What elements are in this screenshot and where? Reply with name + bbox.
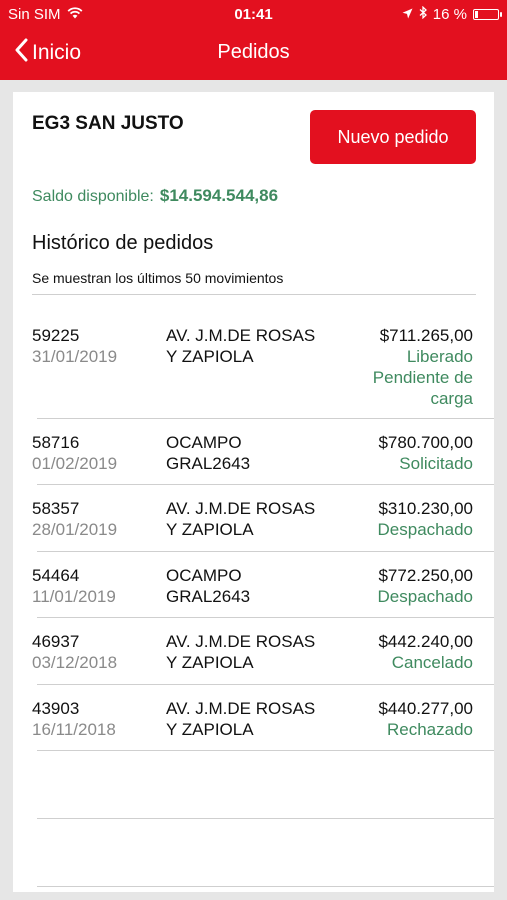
order-address: AV. J.M.DE ROSAS Y ZAPIOLA xyxy=(166,326,316,366)
order-amount: $442.240,00 xyxy=(378,632,473,651)
bluetooth-icon xyxy=(419,5,427,23)
order-row[interactable]: 58357 28/01/2019 AV. J.M.DE ROSAS Y ZAPI… xyxy=(32,485,494,552)
history-title: Histórico de pedidos xyxy=(32,232,214,254)
available-balance: Saldo disponible: $14.594.544,86 xyxy=(32,186,278,206)
order-id: 43903 xyxy=(32,699,80,718)
order-address: AV. J.M.DE ROSAS Y ZAPIOLA xyxy=(166,632,316,672)
order-id-col: 43903 16/11/2018 xyxy=(32,698,116,740)
balance-label: Saldo disponible: xyxy=(32,188,154,205)
order-id-col: 58357 28/01/2019 xyxy=(32,498,117,540)
order-date: 11/01/2019 xyxy=(32,587,116,606)
order-address: OCAMPO GRAL2643 xyxy=(166,566,251,606)
balance-amount: $14.594.544,86 xyxy=(159,186,279,205)
order-id-col: 58716 01/02/2019 xyxy=(32,432,117,474)
battery-icon xyxy=(473,9,502,20)
new-order-button[interactable]: Nuevo pedido xyxy=(310,110,476,164)
order-id: 58357 xyxy=(32,499,80,518)
empty-row xyxy=(37,751,494,819)
status-bar: Sin SIM 01:41 16 % xyxy=(0,0,507,28)
order-row[interactable]: 59225 31/01/2019 AV. J.M.DE ROSAS Y ZAPI… xyxy=(32,295,494,419)
history-subtitle: Se muestran los últimos 50 movimientos xyxy=(32,270,284,286)
battery-level xyxy=(475,11,479,18)
order-status: Solicitado xyxy=(399,454,473,473)
order-address: OCAMPO GRAL2643 xyxy=(166,433,251,473)
order-amount-col: $772.250,00 Despachado xyxy=(303,565,473,607)
orders-card: EG3 SAN JUSTO Nuevo pedido Saldo disponi… xyxy=(13,92,494,892)
order-date: 31/01/2019 xyxy=(32,347,118,366)
store-name: EG3 SAN JUSTO xyxy=(32,113,184,134)
order-amount-col: $711.265,00 Liberado Pendiente de carga xyxy=(303,325,473,409)
order-amount: $780.700,00 xyxy=(378,433,473,452)
order-status: Despachado xyxy=(377,520,473,539)
order-amount: $711.265,00 xyxy=(379,326,473,345)
order-row[interactable]: 58716 01/02/2019 OCAMPO GRAL2643 $780.70… xyxy=(32,419,494,485)
battery-percent: 16 % xyxy=(432,6,467,23)
order-amount: $440.277,00 xyxy=(378,699,473,718)
order-status: Rechazado xyxy=(386,720,473,739)
order-amount: $310.230,00 xyxy=(378,499,473,518)
order-date: 16/11/2018 xyxy=(32,720,116,739)
page-title: Pedidos xyxy=(217,41,290,63)
status-right: 16 % xyxy=(402,5,502,23)
order-id-col: 46937 03/12/2018 xyxy=(32,631,117,673)
order-id: 54464 xyxy=(32,566,80,585)
order-date: 28/01/2019 xyxy=(32,520,118,539)
order-address: AV. J.M.DE ROSAS Y ZAPIOLA xyxy=(166,699,316,739)
order-amount-col: $780.700,00 Solicitado xyxy=(303,432,473,474)
order-id: 59225 xyxy=(32,326,80,345)
order-status: Despachado xyxy=(377,587,473,606)
order-amount-col: $442.240,00 Cancelado xyxy=(303,631,473,673)
order-amount-col: $310.230,00 Despachado xyxy=(303,498,473,540)
order-amount: $772.250,00 xyxy=(378,566,473,585)
orders-list: 59225 31/01/2019 AV. J.M.DE ROSAS Y ZAPI… xyxy=(13,295,494,887)
order-status: Liberado Pendiente de carga xyxy=(372,347,473,408)
order-id-col: 54464 11/01/2019 xyxy=(32,565,116,607)
order-status: Cancelado xyxy=(391,653,473,672)
order-id: 46937 xyxy=(32,632,80,651)
location-arrow-icon xyxy=(402,6,413,23)
order-row[interactable]: 54464 11/01/2019 OCAMPO GRAL2643 $772.25… xyxy=(32,552,494,618)
order-date: 03/12/2018 xyxy=(32,653,118,672)
empty-row xyxy=(37,819,494,887)
order-row[interactable]: 43903 16/11/2018 AV. J.M.DE ROSAS Y ZAPI… xyxy=(32,685,494,751)
order-address: AV. J.M.DE ROSAS Y ZAPIOLA xyxy=(166,499,316,539)
order-row[interactable]: 46937 03/12/2018 AV. J.M.DE ROSAS Y ZAPI… xyxy=(32,618,494,685)
order-id-col: 59225 31/01/2019 xyxy=(32,325,117,367)
order-date: 01/02/2019 xyxy=(32,454,118,473)
app-header: Sin SIM 01:41 16 % Inicio Pedidos xyxy=(0,0,507,80)
order-amount-col: $440.277,00 Rechazado xyxy=(303,698,473,740)
order-id: 58716 xyxy=(32,433,80,452)
